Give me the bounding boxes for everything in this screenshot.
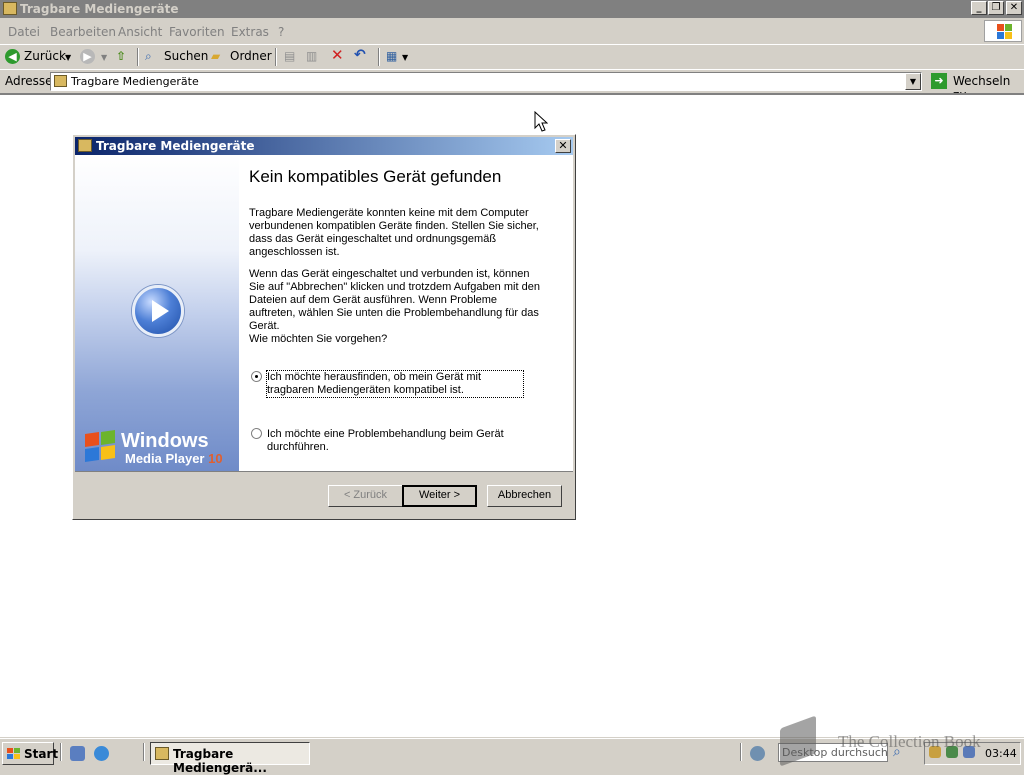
minimize-button[interactable]: _ <box>971 1 987 15</box>
dialog-content: Kein kompatibles Gerät gefunden Tragbare… <box>249 155 569 471</box>
views-icon[interactable]: ▦ <box>386 49 397 63</box>
back-arrow-icon[interactable]: ◀ <box>5 49 20 64</box>
menu-bearbeiten[interactable]: Bearbeiten <box>50 25 116 39</box>
go-arrow-icon[interactable]: ➜ <box>931 73 947 89</box>
option2-label[interactable]: Ich möchte eine Problembehandlung beim G… <box>267 428 517 454</box>
clock: 03:44 <box>985 747 1017 760</box>
address-dropdown-icon[interactable]: ▼ <box>905 73 921 90</box>
dialog-close-button[interactable]: ✕ <box>555 139 571 153</box>
next-button[interactable]: Weiter > <box>402 485 477 507</box>
show-desktop-icon[interactable] <box>70 746 85 761</box>
windows-logo-icon <box>984 20 1022 42</box>
dialog-title-bar: Tragbare Mediengeräte ✕ <box>75 137 573 155</box>
menu-ansicht[interactable]: Ansicht <box>118 25 162 39</box>
window-title: Tragbare Mediengeräte <box>20 2 179 16</box>
portable-devices-dialog: Tragbare Mediengeräte ✕ Windows Media Pl… <box>72 134 576 520</box>
menu-bar: Datei Bearbeiten Ansicht Favoriten Extra… <box>0 19 1024 44</box>
brand-media-player: Media Player 10 <box>125 451 223 466</box>
start-label: Start <box>24 747 59 761</box>
address-bar: Adresse Tragbare Mediengeräte ▼ ➜ Wechse… <box>0 69 1024 102</box>
search-button[interactable]: Suchen <box>164 49 208 63</box>
address-field[interactable]: Tragbare Mediengeräte ▼ <box>50 72 922 91</box>
option1-label[interactable]: Ich möchte herausfinden, ob mein Gerät m… <box>266 370 524 398</box>
task-folder-icon <box>155 747 169 760</box>
restore-button[interactable]: ❐ <box>988 1 1004 15</box>
menu-datei[interactable]: Datei <box>8 25 40 39</box>
watermark-text: The Collection Book <box>838 732 981 751</box>
cancel-button[interactable]: Abbrechen <box>487 485 562 507</box>
dialog-body: Windows Media Player 10 Kein kompatibles… <box>75 155 573 472</box>
folder-icon-toolbar: ▰ <box>211 49 221 63</box>
brand-version: 10 <box>208 451 223 466</box>
dialog-heading: Kein kompatibles Gerät gefunden <box>249 167 502 186</box>
back-dropdown-icon[interactable]: ▼ <box>65 53 71 62</box>
copy-to-icon[interactable]: ▥ <box>306 49 317 63</box>
folders-button[interactable]: Ordner <box>230 49 272 63</box>
question-text: Wie möchten Sie vorgehen? <box>249 333 388 345</box>
menu-favoriten[interactable]: Favoriten <box>169 25 225 39</box>
move-to-icon[interactable]: ▤ <box>284 49 295 63</box>
description-paragraph-2: Wenn das Gerät eingeschaltet und verbund… <box>249 268 540 332</box>
option2-radio[interactable] <box>251 428 262 439</box>
main-title-bar: Tragbare Mediengeräte _ ❐ ✕ <box>0 0 1024 18</box>
start-button[interactable]: Start <box>2 742 58 765</box>
menu-help[interactable]: ? <box>278 25 284 39</box>
brand-player: Media Player <box>125 451 205 466</box>
views-dropdown-icon[interactable]: ▼ <box>402 53 408 62</box>
forward-arrow-icon[interactable]: ▶ <box>80 49 95 64</box>
start-windows-icon <box>7 748 20 760</box>
dialog-app-icon <box>78 139 92 152</box>
search-icon: ⌕ <box>145 49 152 63</box>
forward-dropdown-icon[interactable]: ▼ <box>101 53 107 62</box>
taskbar-item-portable-devices[interactable]: Tragbare Mediengerä... <box>150 742 310 775</box>
dialog-title: Tragbare Mediengeräte <box>96 139 255 153</box>
wmp-banner: Windows Media Player 10 <box>75 155 239 471</box>
delete-icon[interactable]: ✕ <box>331 46 344 64</box>
menu-extras[interactable]: Extras <box>231 25 269 39</box>
folder-icon-address <box>54 75 67 87</box>
brand-windows: Windows <box>121 430 209 452</box>
up-folder-icon[interactable]: ⇧ <box>116 49 126 63</box>
toolbar: ◀ Zurück ▼ ▶ ▼ ⇧ ⌕ Suchen ▰ Ordner ▤ ▥ ✕… <box>0 44 1024 69</box>
option1-radio[interactable] <box>251 371 262 382</box>
folder-icon <box>3 2 17 15</box>
undo-icon[interactable]: ↶ <box>354 47 366 63</box>
windows-flag-icon <box>83 430 117 463</box>
taskbar-item-label: Tragbare Mediengerä... <box>173 747 267 775</box>
play-icon <box>132 285 184 337</box>
address-value: Tragbare Mediengeräte <box>71 75 199 88</box>
close-button[interactable]: ✕ <box>1006 1 1022 15</box>
network-icon[interactable] <box>750 746 765 761</box>
back-button-dialog[interactable]: < Zurück <box>328 485 403 507</box>
address-label: Adresse <box>5 74 53 88</box>
internet-explorer-icon[interactable] <box>94 746 109 761</box>
description-paragraph-1: Tragbare Mediengeräte konnten keine mit … <box>249 207 539 258</box>
back-button[interactable]: Zurück <box>24 49 66 63</box>
mouse-cursor-icon <box>534 111 548 132</box>
